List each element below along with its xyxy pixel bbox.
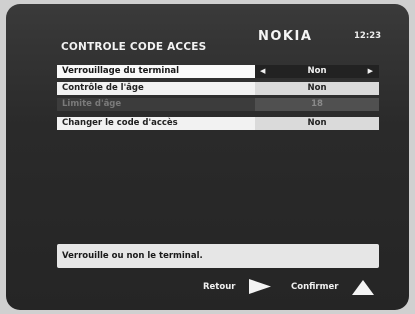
menu-item-label: Verrouillage du terminal (62, 66, 180, 76)
confirm-button[interactable] (351, 279, 375, 296)
menu-item-label: Changer le code d'accès (62, 118, 178, 128)
menu-item-age-control[interactable]: Contrôle de l'âge Non (57, 82, 379, 95)
menu-item-value: Non (255, 82, 379, 95)
menu-item-change-access-code[interactable]: Changer le code d'accès Non (57, 117, 379, 130)
menu-item-age-limit: Limite d'âge 18 (57, 98, 379, 111)
help-text-box: Verrouille ou non le terminal. (57, 244, 379, 268)
menu-item-value: Non (255, 117, 379, 130)
menu-item-value: 18 (255, 98, 379, 111)
menu-item-terminal-lock[interactable]: Verrouillage du terminal ◀ Non ▶ (57, 65, 379, 78)
right-triangle-icon (249, 279, 271, 294)
menu-item-label: Contrôle de l'âge (62, 83, 144, 93)
back-button[interactable] (248, 278, 272, 295)
menu-item-value: Non (307, 66, 327, 76)
menu-item-label: Limite d'âge (62, 99, 122, 109)
arrow-right-icon[interactable]: ▶ (368, 65, 373, 78)
confirm-label: Confirmer (291, 282, 339, 292)
clock: 12:23 (354, 31, 382, 41)
page-title: CONTROLE CODE ACCES (61, 41, 207, 53)
brand-logo: NOKIA (258, 29, 313, 44)
arrow-left-icon[interactable]: ◀ (260, 65, 265, 78)
back-label: Retour (203, 282, 236, 292)
help-text: Verrouille ou non le terminal. (62, 251, 203, 261)
up-triangle-icon (352, 280, 374, 295)
menu-item-value-selector[interactable]: ◀ Non ▶ (255, 65, 379, 78)
